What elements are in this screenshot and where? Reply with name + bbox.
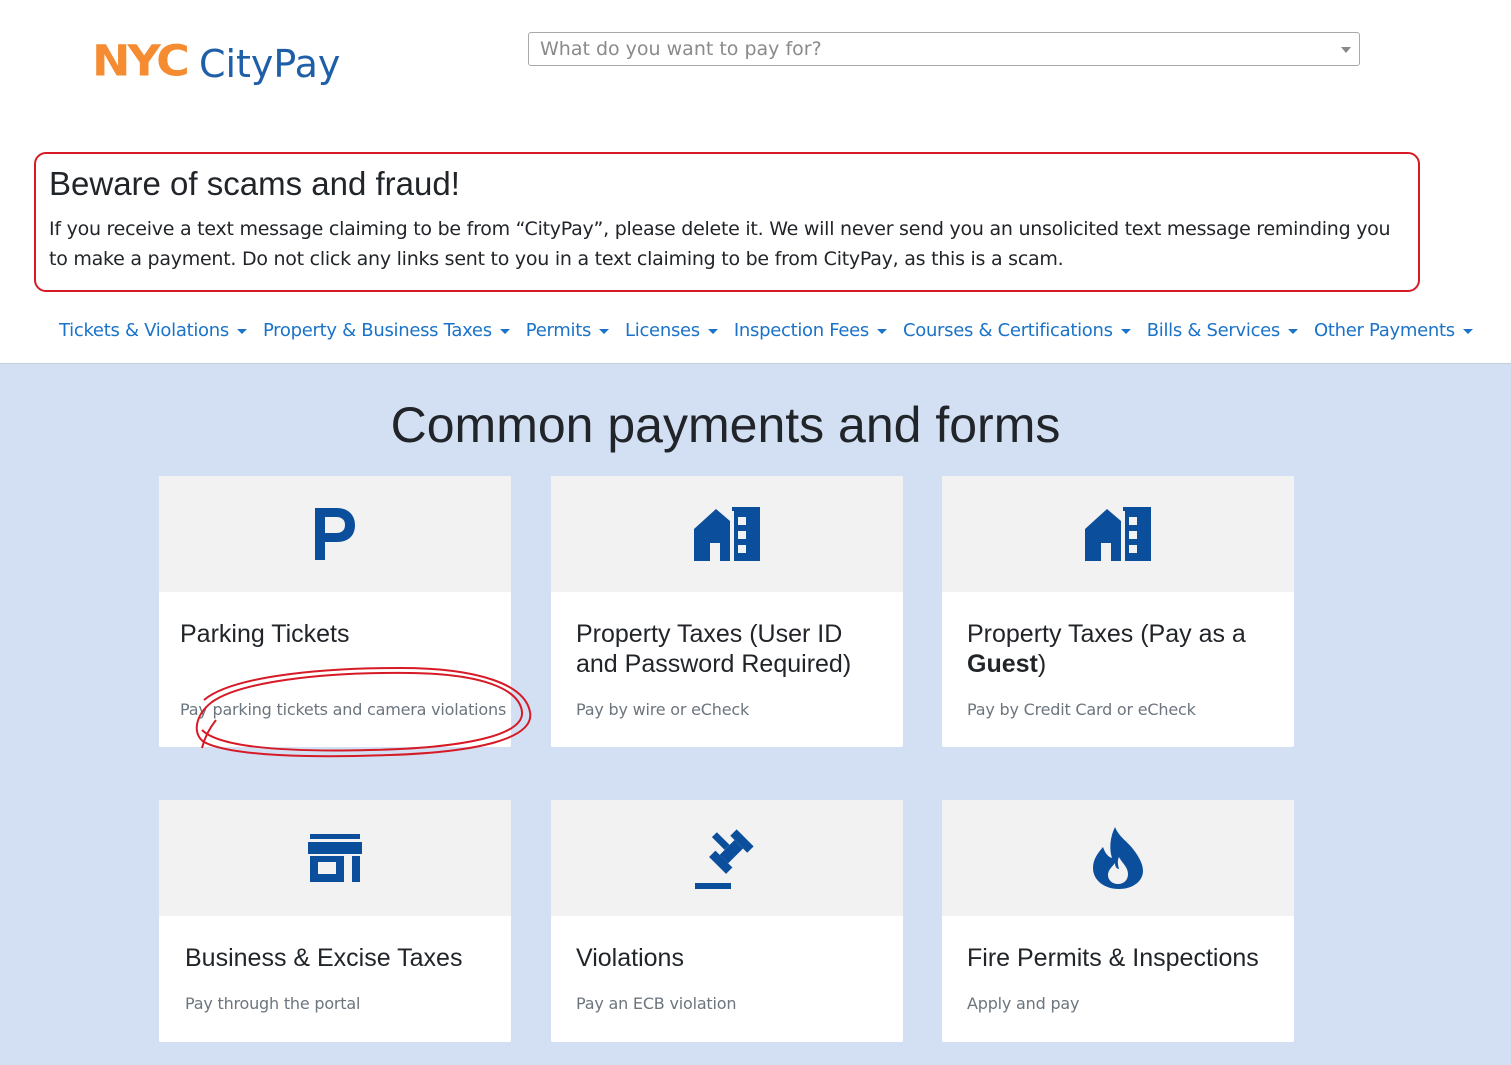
dropdown-caret-icon [499, 329, 510, 334]
fire-icon [1093, 827, 1143, 889]
dropdown-caret-icon [1288, 329, 1299, 334]
common-payments-section: Common payments and forms Parking Ticket… [0, 363, 1511, 1065]
nav-item-label: Courses & Certifications [902, 320, 1113, 341]
nav-other-payments[interactable]: Other Payments [1314, 320, 1473, 341]
card-icon-area [942, 476, 1294, 592]
card-title: Property Taxes (Pay as a Guest) [967, 619, 1277, 679]
nav-item-label: Permits [525, 320, 592, 341]
nav-item-label: Tickets & Violations [59, 320, 229, 341]
card-title-bold: Guest [967, 650, 1038, 678]
nav-tickets-violations[interactable]: Tickets & Violations [59, 320, 247, 341]
nav-item-label: Inspection Fees [733, 320, 869, 341]
alert-title: Beware of scams and fraud! [49, 165, 460, 202]
card-description: Pay parking tickets and camera violation… [180, 700, 507, 719]
card-title: Violations [576, 944, 684, 972]
card-icon-area [551, 800, 903, 916]
card-property-taxes-guest[interactable]: Property Taxes (Pay as a Guest) Pay by C… [942, 476, 1294, 747]
card-description: Pay an ECB violation [576, 994, 737, 1013]
dropdown-caret-icon [236, 329, 247, 334]
card-fire-permits[interactable]: Fire Permits & Inspections Apply and pay [942, 800, 1294, 1042]
nav-item-label: Property & Business Taxes [262, 320, 492, 341]
card-violations[interactable]: Violations Pay an ECB violation [551, 800, 903, 1042]
card-title: Parking Tickets [180, 620, 350, 648]
nav-item-label: Licenses [625, 320, 700, 341]
parking-icon [315, 508, 355, 560]
card-icon-area [551, 476, 903, 592]
alert-message: If you receive a text message claiming t… [49, 218, 1391, 271]
card-title-part: ) [1037, 650, 1047, 678]
logo-citypay-text: CityPay [198, 42, 341, 86]
category-nav: Tickets & Violations Property & Business… [59, 320, 1489, 341]
nav-permits[interactable]: Permits [525, 320, 610, 341]
section-heading: Common payments and forms [390, 397, 1061, 453]
nav-item-label: Other Payments [1314, 320, 1455, 341]
gavel-icon [695, 829, 754, 889]
card-description: Pay by wire or eCheck [576, 700, 750, 719]
card-business-excise-taxes[interactable]: Business & Excise Taxes Pay through the … [159, 800, 511, 1042]
dropdown-caret-icon [1462, 329, 1473, 334]
dropdown-caret-icon [599, 329, 610, 334]
dropdown-caret-icon [876, 329, 887, 334]
nav-property-business-taxes[interactable]: Property & Business Taxes [263, 320, 510, 341]
card-description: Apply and pay [967, 994, 1080, 1013]
card-parking-tickets[interactable]: Parking Tickets Pay parking tickets and … [159, 476, 511, 747]
nav-inspection-fees[interactable]: Inspection Fees [734, 320, 887, 341]
card-description: Pay by Credit Card or eCheck [967, 700, 1196, 719]
card-title-part: Property Taxes (Pay as a [967, 620, 1246, 648]
nav-bills-services[interactable]: Bills & Services [1146, 320, 1299, 341]
house-icon [1085, 507, 1151, 561]
card-icon-area [159, 800, 511, 916]
card-icon-area [942, 800, 1294, 916]
card-icon-area [159, 476, 511, 592]
dropdown-caret-icon [1120, 329, 1131, 334]
card-title: Business & Excise Taxes [185, 944, 463, 972]
nav-item-label: Bills & Services [1146, 320, 1281, 341]
storefront-icon [308, 834, 362, 882]
payment-search-select[interactable]: What do you want to pay for? [528, 32, 1360, 66]
nav-courses-certifications[interactable]: Courses & Certifications [903, 320, 1131, 341]
card-title: Fire Permits & Inspections [967, 944, 1259, 972]
nav-licenses[interactable]: Licenses [625, 320, 718, 341]
nyc-citypay-logo[interactable]: NYC CityPay [92, 38, 340, 84]
card-description: Pay through the portal [185, 994, 361, 1013]
house-icon [694, 507, 760, 561]
scam-alert: Beware of scams and fraud! If you receiv… [34, 152, 1420, 292]
chevron-down-icon [1341, 47, 1351, 53]
dropdown-caret-icon [707, 329, 718, 334]
card-property-taxes-login[interactable]: Property Taxes (User ID and Password Req… [551, 476, 903, 747]
search-placeholder: What do you want to pay for? [540, 38, 822, 60]
card-title: Property Taxes (User ID and Password Req… [576, 620, 852, 678]
logo-nyc-text: NYC [92, 36, 190, 86]
